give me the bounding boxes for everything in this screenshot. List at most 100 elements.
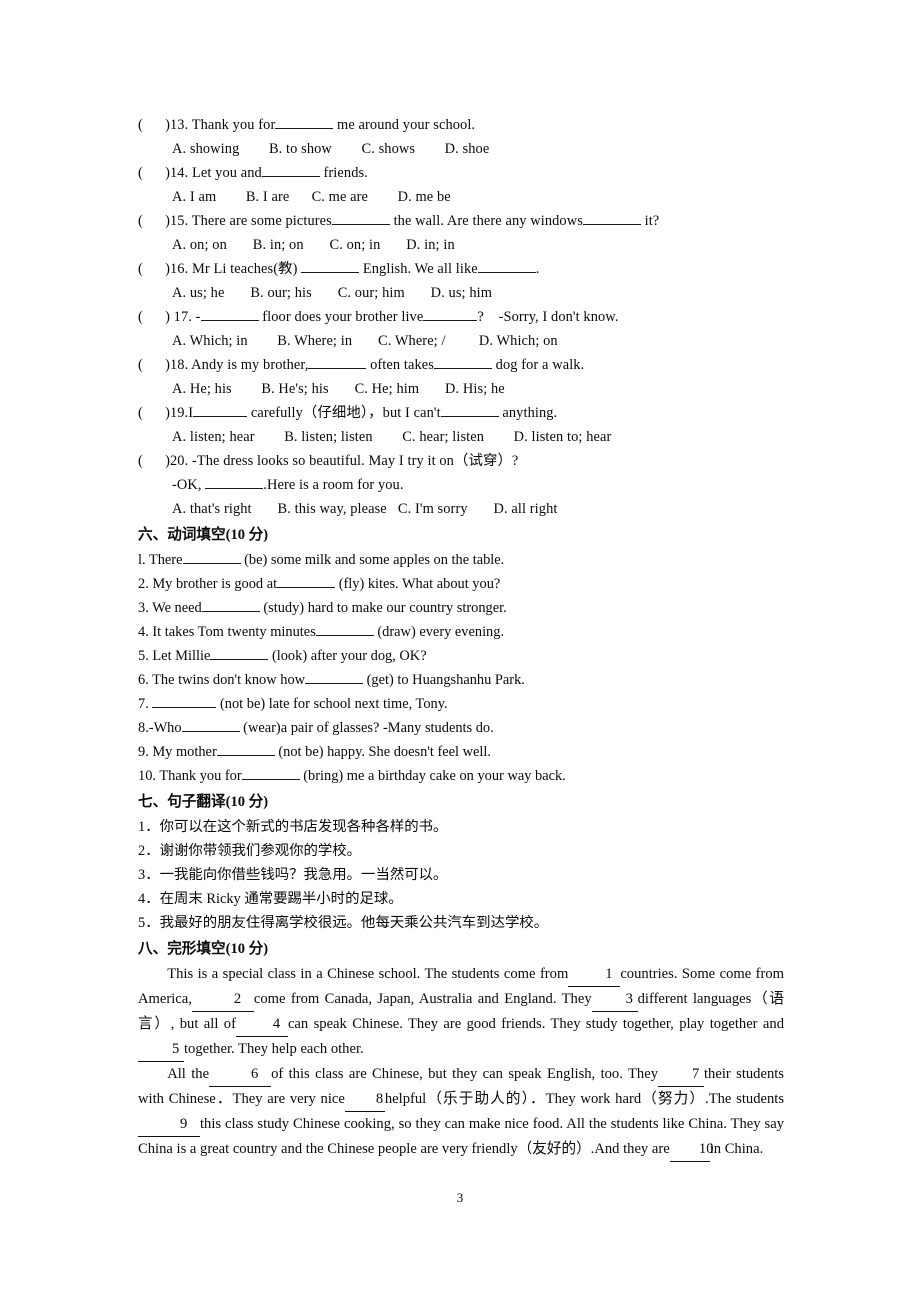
q19-blank-2[interactable] (440, 416, 499, 417)
q20-bracket[interactable]: ( ) (138, 453, 170, 469)
section-eight-heading-cn: 八、完形填空 (138, 941, 226, 957)
q16-stem-before: Mr Li teaches(教) (188, 261, 302, 277)
question-15: ( )15. There are some pictures the wall.… (138, 209, 784, 233)
q19-stem-before: I (188, 405, 194, 421)
question-16: ( )16. Mr Li teaches(教) English. We all … (138, 257, 784, 281)
question-13: ( )13. Thank you for me around your scho… (138, 113, 784, 137)
question-14: ( )14. Let you and friends. (138, 161, 784, 185)
section-six-heading-score: (10 分) (225, 527, 269, 543)
q16-blank-2[interactable] (477, 272, 536, 273)
verb-item-2-blank[interactable] (277, 587, 336, 588)
section-seven-heading: 七、句子翻译(10 分) (138, 790, 784, 815)
verb-item-4: 4. It takes Tom twenty minutes (draw) ev… (138, 620, 784, 644)
question-16-options[interactable]: A. us; he B. our; his C. our; him D. us;… (138, 281, 784, 305)
q15-blank-2[interactable] (582, 224, 641, 225)
q15-bracket[interactable]: ( ) (138, 213, 170, 229)
section-eight-heading: 八、完形填空(10 分) (138, 937, 784, 962)
q13-blank[interactable] (275, 128, 334, 129)
verb-item-4-after: (draw) every evening. (373, 624, 505, 640)
verb-item-9-num: 9. (138, 744, 153, 760)
q19-bracket[interactable]: ( ) (138, 405, 170, 421)
verb-item-3-blank[interactable] (201, 611, 260, 612)
page-number: 3 (456, 1190, 464, 1205)
cloze-blank-6[interactable]: 6 (209, 1062, 272, 1087)
cloze-blank-1[interactable]: 1 (568, 962, 621, 987)
verb-item-6-after: (get) to Huangshanhu Park. (363, 672, 525, 688)
question-20-options[interactable]: A. that's right B. this way, please C. I… (138, 497, 784, 521)
cloze-blank-2[interactable]: 2 (191, 987, 254, 1012)
q17-stem-before: - (191, 309, 201, 325)
verb-item-6-before: The twins don't know how (152, 672, 306, 688)
cloze-blank-10[interactable]: 10 (669, 1137, 713, 1162)
section-seven-heading-cn: 七、句子翻译 (138, 794, 226, 810)
cloze-blank-3[interactable]: 3 (591, 987, 638, 1012)
cloze-p2-t1: All the (167, 1066, 210, 1082)
q16-blank-1[interactable] (301, 272, 360, 273)
verb-item-3-num: 3. (138, 600, 153, 616)
cloze-blank-7[interactable]: 7 (658, 1062, 704, 1087)
verb-item-10-before: Thank you for (159, 768, 242, 784)
verb-item-7-blank[interactable] (152, 707, 217, 708)
q18-stem-after: dog for a walk. (491, 357, 585, 373)
question-14-options[interactable]: A. I am B. I are C. me are D. me be (138, 185, 784, 209)
verb-item-10-after: (bring) me a birthday cake on your way b… (299, 768, 566, 784)
verb-item-5-blank[interactable] (210, 659, 269, 660)
question-18-options[interactable]: A. He; his B. He's; his C. He; him D. Hi… (138, 377, 784, 401)
q19-blank-1[interactable] (193, 416, 248, 417)
translate-item-2: 2．谢谢你带领我们参观你的学校。 (138, 843, 362, 859)
verb-item-4-blank[interactable] (315, 635, 374, 636)
q16-stem-mid: English. We all like (359, 261, 478, 277)
verb-item-3-after: (study) hard to make our country stronge… (259, 600, 507, 616)
q14-bracket[interactable]: ( ) (138, 165, 170, 181)
q20-blank[interactable] (205, 488, 264, 489)
q19-stem-after: anything. (498, 405, 558, 421)
translate-item-3: 3．一我能向你借些钱吗？我急用。一当然可以。 (138, 867, 448, 883)
verb-item-6-num: 6. (138, 672, 153, 688)
verb-item-3-before: We need (152, 600, 202, 616)
verb-item-1: l. There (be) some milk and some apples … (138, 548, 784, 572)
verb-item-10-num: 10. (138, 768, 160, 784)
q16-bracket[interactable]: ( ) (138, 261, 170, 277)
cloze-paragraph-2: All the 6 of this class are Chinese, but t… (138, 1062, 784, 1162)
q14-stem-before: Let you and (188, 165, 262, 181)
question-17-options[interactable]: A. Which; in B. Where; in C. Where; / D.… (138, 329, 784, 353)
verb-item-8-num: 8. (138, 720, 149, 736)
verb-item-8-before: -Who (148, 720, 182, 736)
q17-blank-2[interactable] (423, 320, 478, 321)
verb-item-6-blank[interactable] (305, 683, 364, 684)
question-19-options[interactable]: A. listen; hear B. listen; listen C. hea… (138, 425, 784, 449)
cloze-blank-8[interactable]: 8 (344, 1087, 385, 1112)
q18-blank-2[interactable] (433, 368, 492, 369)
verb-item-1-before: There (148, 552, 183, 568)
verb-item-8-blank[interactable] (181, 731, 240, 732)
q19-stem-mid: carefully（仔细地），but I can't (247, 405, 441, 421)
cloze-p1-t1: This is a special class in a Chinese sch… (167, 966, 569, 982)
q17-blank-1[interactable] (200, 320, 259, 321)
q16-stem-after: . (535, 261, 540, 277)
verb-item-1-after: (be) some milk and some apples on the ta… (240, 552, 505, 568)
q15-blank-1[interactable] (331, 224, 390, 225)
cloze-blank-9[interactable]: 9 (138, 1112, 200, 1137)
q13-stem-before: Thank you for (188, 117, 276, 133)
cloze-blank-4[interactable]: 4 (235, 1012, 288, 1037)
q17-bracket[interactable]: ( ) (138, 309, 170, 325)
verb-item-8-after: (wear)a pair of glasses? -Many students … (239, 720, 494, 736)
q17-stem-mid: floor does your brother live (258, 309, 424, 325)
q14-blank[interactable] (261, 176, 320, 177)
cloze-blank-5[interactable]: 5 (138, 1037, 184, 1062)
verb-item-10-blank[interactable] (241, 779, 300, 780)
question-13-options[interactable]: A. showing B. to show C. shows D. shoe (138, 137, 784, 161)
verb-item-9-after: (not be) happy. She doesn't feel well. (274, 744, 492, 760)
cloze-p1-t3: come from Canada, Japan, Australia and E… (253, 991, 592, 1007)
q15-stem-after: it? (640, 213, 660, 229)
cloze-p2-t4: helpful（乐于助人的）．They work hard（努力）.The st… (384, 1091, 784, 1107)
q13-bracket[interactable]: ( ) (138, 117, 170, 133)
q18-bracket[interactable]: ( ) (138, 357, 170, 373)
verb-item-1-blank[interactable] (182, 563, 241, 564)
q18-blank-1[interactable] (308, 368, 367, 369)
cloze-p1-t6: together. They help each other. (184, 1041, 364, 1057)
verb-item-7-num: 7. (138, 696, 153, 712)
question-15-options[interactable]: A. on; on B. in; on C. on; in D. in; in (138, 233, 784, 257)
cloze-paragraph-1: This is a special class in a Chinese sch… (138, 962, 784, 1062)
verb-item-9-blank[interactable] (216, 755, 275, 756)
